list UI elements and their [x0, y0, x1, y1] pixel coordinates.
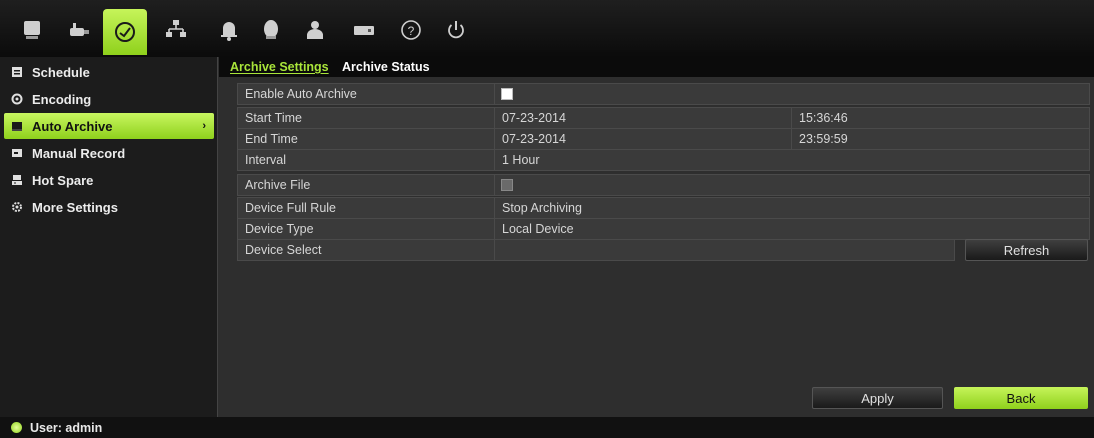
- end-time-field[interactable]: 23:59:59: [792, 129, 1089, 149]
- system-icon[interactable]: [346, 12, 382, 48]
- manual-record-icon: [10, 146, 24, 160]
- interval-row: Interval 1 Hour: [237, 149, 1090, 171]
- back-button[interactable]: Back: [954, 387, 1088, 409]
- field-label: Archive File: [238, 175, 495, 195]
- sidebar-item-manual-record[interactable]: Manual Record: [4, 140, 216, 166]
- end-time-row: End Time 07-23-2014 23:59:59: [237, 128, 1090, 150]
- field-label: Device Full Rule: [238, 198, 495, 218]
- sidebar-item-label: Schedule: [32, 64, 90, 80]
- camera-icon[interactable]: [61, 12, 97, 48]
- power-icon[interactable]: [438, 12, 474, 48]
- field-label: Device Type: [238, 219, 495, 239]
- more-settings-icon: [10, 200, 24, 214]
- network-icon[interactable]: [158, 12, 194, 48]
- device-select-row: Device Select: [237, 239, 955, 261]
- sidebar-item-auto-archive[interactable]: Auto Archive ›: [4, 113, 214, 139]
- encoding-icon: [10, 92, 24, 106]
- end-date-field[interactable]: 07-23-2014: [495, 129, 792, 149]
- interval-select[interactable]: 1 Hour: [495, 150, 1089, 170]
- recording-icon[interactable]: [103, 9, 147, 55]
- help-icon[interactable]: ?: [393, 12, 429, 48]
- sidebar-item-more-settings[interactable]: More Settings: [4, 194, 216, 220]
- sidebar-item-encoding[interactable]: Encoding: [4, 86, 216, 112]
- start-date-field[interactable]: 07-23-2014: [495, 108, 792, 128]
- refresh-button[interactable]: Refresh: [965, 239, 1088, 261]
- user-status-icon: [11, 422, 22, 433]
- alarm-bell-icon[interactable]: [211, 12, 247, 48]
- archive-file-checkbox[interactable]: [501, 179, 513, 191]
- sidebar-item-label: Auto Archive: [32, 118, 113, 134]
- tab-archive-settings[interactable]: Archive Settings: [230, 60, 329, 74]
- sidebar-item-label: More Settings: [32, 199, 118, 215]
- sidebar: Schedule Encoding Auto Archive › Manual …: [0, 57, 218, 417]
- device-icon[interactable]: [253, 12, 289, 48]
- field-label: Enable Auto Archive: [238, 84, 495, 104]
- archive-file-row: Archive File: [237, 174, 1090, 196]
- hot-spare-icon: [10, 173, 24, 187]
- device-full-rule-select[interactable]: Stop Archiving: [495, 198, 1089, 218]
- svg-text:?: ?: [408, 24, 415, 38]
- sidebar-item-schedule[interactable]: Schedule: [4, 59, 216, 85]
- status-bar: User: admin: [0, 417, 1094, 438]
- device-type-select[interactable]: Local Device: [495, 219, 1089, 239]
- device-select-field[interactable]: [495, 240, 954, 260]
- sidebar-item-label: Manual Record: [32, 145, 126, 161]
- enable-auto-archive-checkbox[interactable]: [501, 88, 513, 100]
- tab-bar: Archive Settings Archive Status: [219, 57, 1094, 77]
- device-full-rule-row: Device Full Rule Stop Archiving: [237, 197, 1090, 219]
- schedule-icon: [10, 65, 24, 79]
- field-label: Start Time: [238, 108, 495, 128]
- enable-auto-archive-row: Enable Auto Archive: [237, 83, 1090, 105]
- sidebar-item-label: Encoding: [32, 91, 92, 107]
- tab-archive-status[interactable]: Archive Status: [342, 60, 430, 74]
- field-label: Device Select: [238, 240, 495, 260]
- archive-icon: [10, 119, 24, 133]
- current-user: User: admin: [30, 420, 103, 435]
- field-label: End Time: [238, 129, 495, 149]
- user-icon[interactable]: [297, 12, 333, 48]
- top-toolbar: ?: [0, 0, 1094, 57]
- apply-button[interactable]: Apply: [812, 387, 943, 409]
- sidebar-item-hot-spare[interactable]: Hot Spare: [4, 167, 216, 193]
- field-label: Interval: [238, 150, 495, 170]
- sidebar-item-label: Hot Spare: [32, 172, 94, 188]
- start-time-field[interactable]: 15:36:46: [792, 108, 1089, 128]
- display-icon[interactable]: [14, 12, 50, 48]
- device-type-row: Device Type Local Device: [237, 218, 1090, 240]
- start-time-row: Start Time 07-23-2014 15:36:46: [237, 107, 1090, 129]
- main-panel: Archive Settings Archive Status Enable A…: [219, 57, 1094, 417]
- chevron-right-icon: ›: [202, 120, 206, 132]
